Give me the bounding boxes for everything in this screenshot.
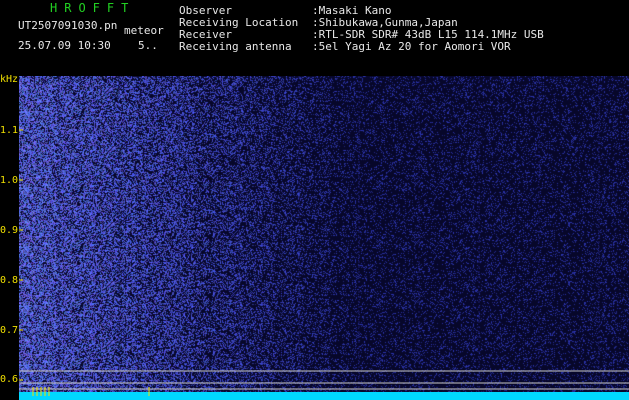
header-panel: HROFFT UT2507091030.pn meteor 25.07.09 1… [0,0,629,76]
antenna-label: Receiving antenna [179,40,292,53]
detection-count: 5.. [138,39,158,52]
y-tick-label: 0.7 [0,325,19,336]
signal-baseline [19,392,629,400]
spectrogram-plot [19,76,629,400]
date-time: 25.07.09 10:30 [18,39,111,52]
y-tick-label: 0.8 [0,275,19,286]
y-tick-label: 1.1 [0,125,19,136]
spectrogram-overlay [19,76,629,400]
y-tick-label: 0.6 [0,374,19,385]
mode-label: meteor [124,24,164,37]
y-tick-label: 0.9 [0,225,19,236]
y-tick-label: 1.0 [0,175,19,186]
brand-title: HROFFT [50,1,136,15]
antenna-value: :5el Yagi Az 20 for Aomori VOR [312,40,511,53]
file-name: UT2507091030.pn [18,19,118,32]
y-axis-unit: kHz [0,74,19,85]
